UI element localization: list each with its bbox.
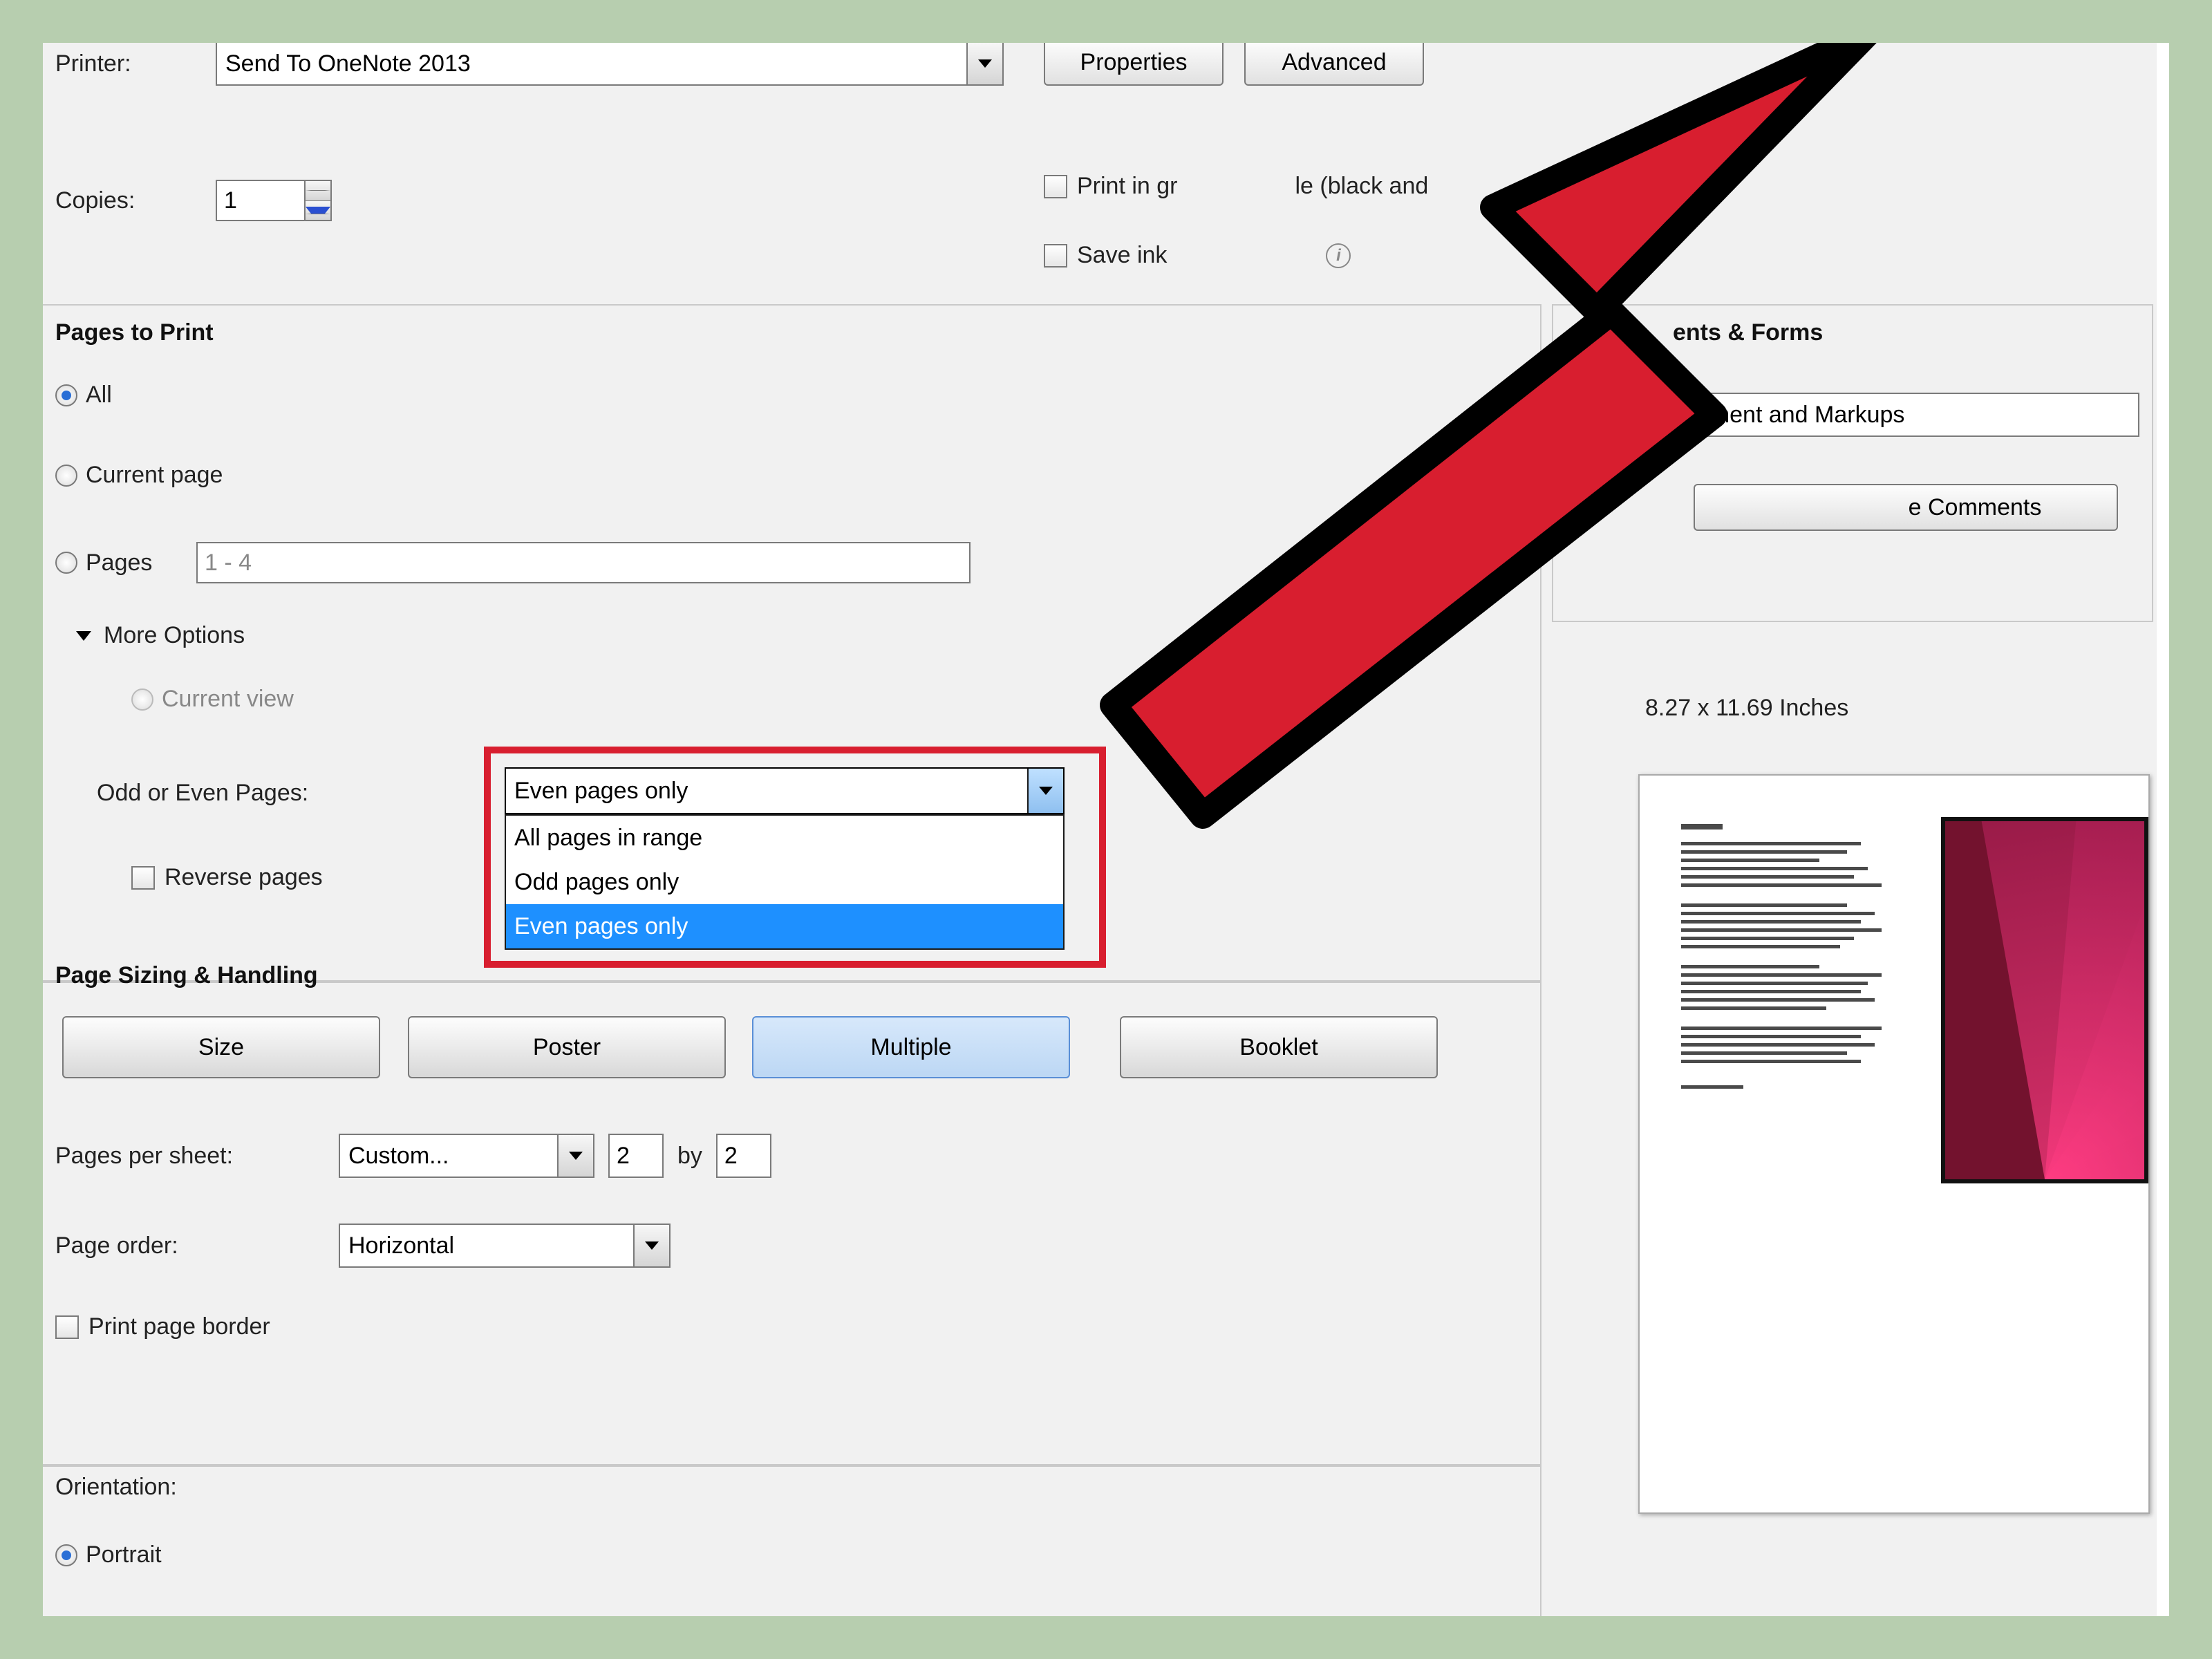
more-options-toggle[interactable]: More Options xyxy=(76,622,245,649)
page-order-row: Page order: Horizontal xyxy=(55,1224,671,1268)
booklet-toggle[interactable]: Booklet xyxy=(1120,1016,1438,1078)
preview-text-block xyxy=(1681,824,1895,1094)
printer-dropdown[interactable]: Send To OneNote 2013 xyxy=(216,41,1004,86)
annotation-highlight-box xyxy=(484,747,1106,968)
copies-spinner[interactable] xyxy=(306,180,332,221)
radio-portrait-label: Portrait xyxy=(86,1541,162,1568)
triangle-down-icon xyxy=(306,207,330,214)
chevron-down-icon xyxy=(645,1241,659,1250)
reverse-label: Reverse pages xyxy=(165,864,323,891)
saveink-checkbox[interactable] xyxy=(1044,244,1067,268)
preview-embedded-image xyxy=(1941,817,2148,1183)
poster-toggle[interactable]: Poster xyxy=(408,1016,726,1078)
pps-dropdown[interactable]: Custom... xyxy=(339,1134,594,1178)
copies-input[interactable]: 1 xyxy=(216,180,306,221)
reverse-row: Reverse pages xyxy=(131,864,323,891)
pps-y-input[interactable]: 2 xyxy=(716,1134,771,1178)
pps-label: Pages per sheet: xyxy=(55,1143,339,1170)
page-order-dropdown[interactable]: Horizontal xyxy=(339,1224,671,1268)
orientation-heading: Orientation: xyxy=(55,1474,177,1501)
radio-pages-row: Pages 1 - 4 xyxy=(55,542,971,583)
print-border-checkbox[interactable] xyxy=(55,1315,79,1339)
radio-portrait[interactable] xyxy=(55,1544,77,1566)
copies-up[interactable] xyxy=(306,181,330,201)
pps-row: Pages per sheet: Custom... 2 by 2 xyxy=(55,1134,771,1178)
radio-currentpage-row: Current page xyxy=(55,462,223,489)
printer-dropdown-value: Send To OneNote 2013 xyxy=(225,50,471,77)
radio-current-view xyxy=(131,688,153,711)
page-order-dropdown-button[interactable] xyxy=(633,1225,669,1266)
pps-by-label: by xyxy=(677,1143,702,1170)
chevron-down-icon xyxy=(569,1152,583,1160)
pages-to-print-heading: Pages to Print xyxy=(55,319,214,346)
size-toggle[interactable]: Size xyxy=(62,1016,380,1078)
multiple-toggle[interactable]: Multiple xyxy=(752,1016,1070,1078)
grayscale-checkbox[interactable] xyxy=(1044,175,1067,198)
preview-page xyxy=(1638,774,2150,1514)
radio-pages[interactable] xyxy=(55,552,77,574)
radio-pages-label: Pages xyxy=(86,550,196,577)
radio-currentview-row: Current view xyxy=(131,686,294,713)
copies-row: Copies: 1 xyxy=(55,180,332,221)
more-options-label: More Options xyxy=(104,622,245,649)
pps-x-input[interactable]: 2 xyxy=(608,1134,664,1178)
annotation-arrow-icon xyxy=(1071,0,1901,850)
odd-even-row: Odd or Even Pages: xyxy=(97,780,498,807)
print-border-label: Print page border xyxy=(88,1313,270,1340)
print-border-row: Print page border xyxy=(55,1313,270,1340)
radio-currentview-label: Current view xyxy=(162,686,294,713)
sizing-heading: Page Sizing & Handling xyxy=(55,962,318,989)
orientation-section xyxy=(41,1465,1541,1631)
pps-dropdown-button[interactable] xyxy=(557,1135,593,1177)
printer-row: Printer: Send To OneNote 2013 xyxy=(55,41,1004,86)
printer-dropdown-button[interactable] xyxy=(966,43,1002,84)
reverse-checkbox[interactable] xyxy=(131,866,155,890)
copies-down[interactable] xyxy=(306,201,330,221)
radio-current-page[interactable] xyxy=(55,465,77,487)
chevron-down-icon xyxy=(978,59,992,68)
radio-all-label: All xyxy=(86,382,112,409)
radio-currentpage-label: Current page xyxy=(86,462,223,489)
printer-label: Printer: xyxy=(55,50,216,77)
disclosure-triangle-icon xyxy=(76,631,91,641)
radio-all-row: All xyxy=(55,382,112,409)
radio-all[interactable] xyxy=(55,384,77,406)
orientation-portrait-row: Portrait xyxy=(55,1541,162,1568)
odd-even-label: Odd or Even Pages: xyxy=(97,780,498,807)
pages-range-input[interactable]: 1 - 4 xyxy=(196,542,971,583)
triangle-up-icon xyxy=(306,190,330,191)
page-order-label: Page order: xyxy=(55,1232,339,1259)
copies-label: Copies: xyxy=(55,187,216,214)
